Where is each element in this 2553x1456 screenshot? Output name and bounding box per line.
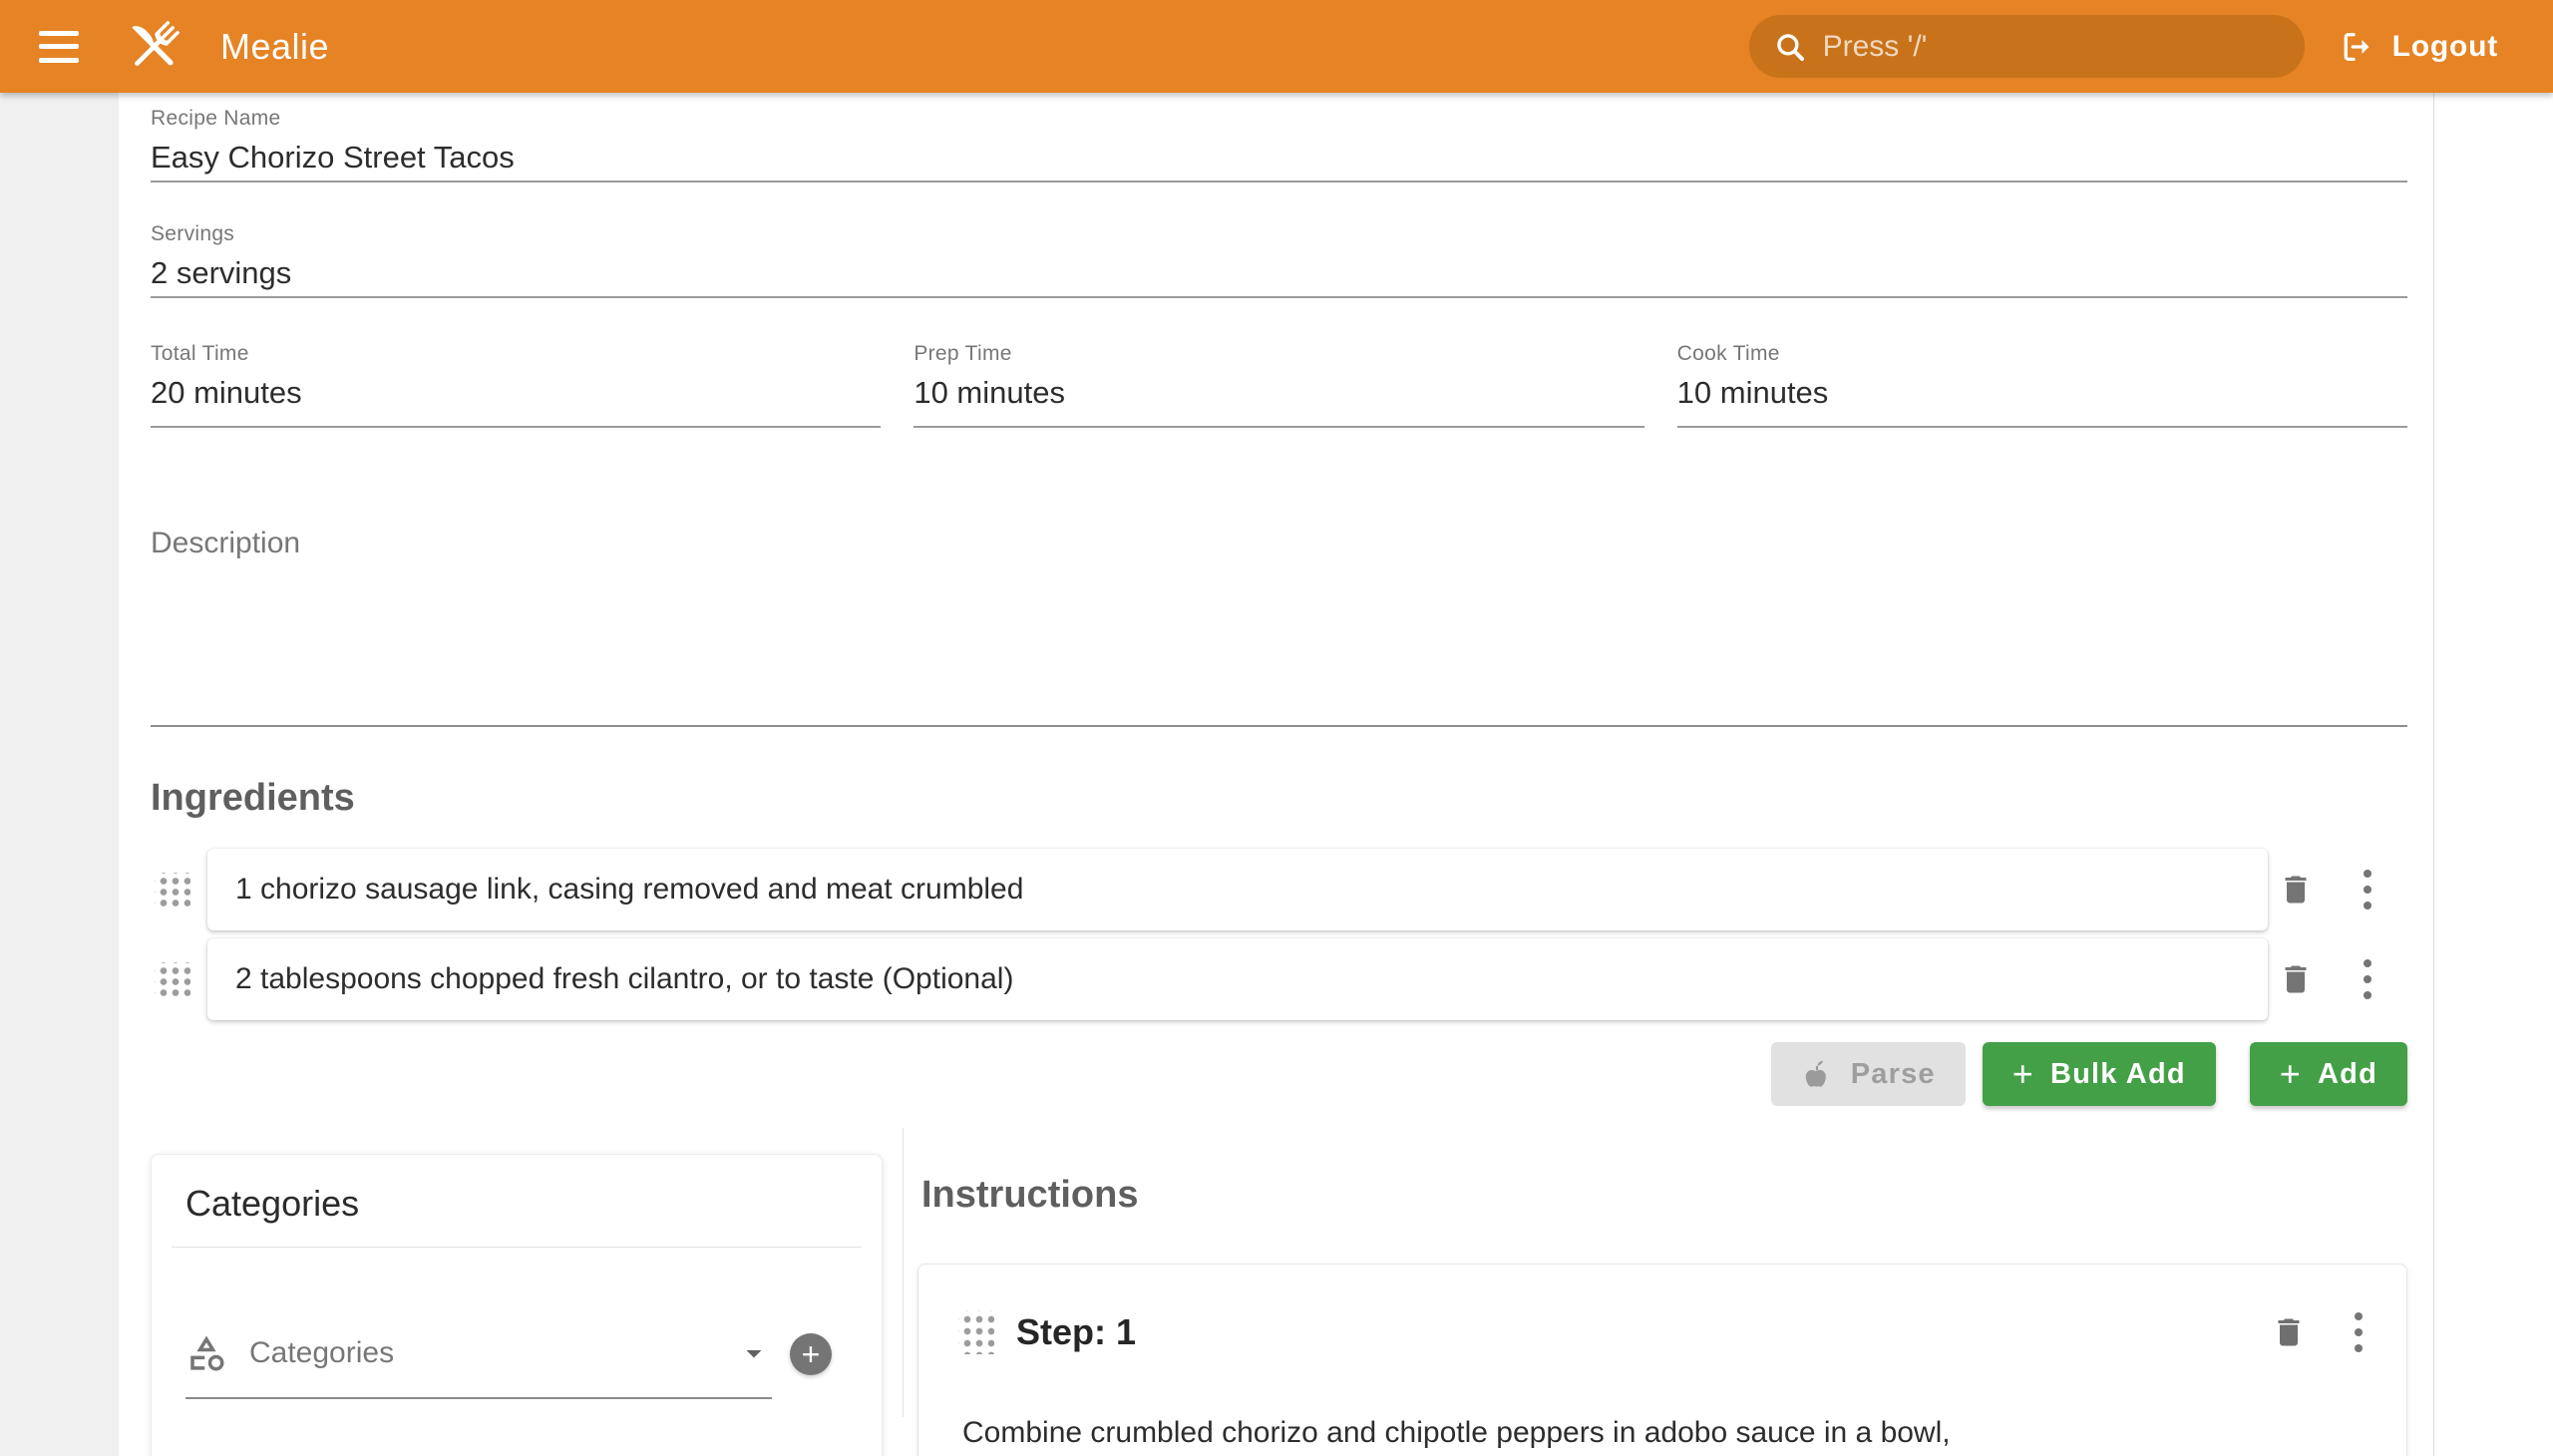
divider bbox=[172, 1247, 862, 1248]
recipe-name-input[interactable]: Easy Chorizo Street Tacos bbox=[151, 137, 2407, 182]
page-left-gutter bbox=[0, 93, 119, 1456]
cook-time-field: Cook Time 10 minutes bbox=[1677, 342, 2407, 428]
prep-time-input[interactable]: 10 minutes bbox=[913, 372, 1643, 428]
delete-ingredient-button[interactable] bbox=[2278, 872, 2314, 908]
logout-icon bbox=[2339, 28, 2376, 66]
logout-label: Logout bbox=[2392, 30, 2498, 64]
categories-card: Categories Categories bbox=[151, 1154, 883, 1456]
delete-ingredient-button[interactable] bbox=[2278, 961, 2314, 997]
trash-icon bbox=[2271, 1313, 2307, 1351]
mealie-logo-icon bbox=[121, 14, 186, 80]
drag-handle-icon[interactable] bbox=[155, 962, 190, 996]
plus-icon: + bbox=[2280, 1056, 2302, 1092]
cook-time-input[interactable]: 10 minutes bbox=[1677, 372, 2407, 428]
search-input[interactable] bbox=[1823, 30, 2281, 64]
ingredient-row: 2 tablespoons chopped fresh cilantro, or… bbox=[151, 938, 2407, 1020]
kebab-menu-icon[interactable] bbox=[2356, 959, 2379, 999]
description-field: Description bbox=[151, 524, 2407, 727]
add-ingredient-button[interactable]: + Add bbox=[2250, 1042, 2407, 1106]
step-text-input[interactable]: Combine crumbled chorizo and chipotle pe… bbox=[962, 1412, 2367, 1454]
description-textarea[interactable] bbox=[151, 563, 2407, 727]
hamburger-menu-icon[interactable] bbox=[37, 29, 81, 65]
prep-time-label: Prep Time bbox=[913, 342, 1643, 366]
trash-icon bbox=[2278, 872, 2314, 908]
description-label: Description bbox=[151, 524, 2407, 563]
servings-input[interactable]: 2 servings bbox=[151, 252, 2407, 298]
instruction-step-card: Step: 1 Combine crumbled chorizo and chi… bbox=[917, 1264, 2407, 1456]
total-time-field: Total Time 20 minutes bbox=[151, 342, 881, 428]
bulk-add-button[interactable]: + Bulk Add bbox=[1983, 1042, 2216, 1106]
trash-icon bbox=[2278, 961, 2314, 997]
servings-field: Servings 2 servings bbox=[151, 222, 2407, 298]
categories-select[interactable]: Categories bbox=[185, 1309, 772, 1399]
instructions-heading: Instructions bbox=[921, 1170, 2407, 1220]
recipe-name-label: Recipe Name bbox=[151, 107, 2407, 131]
parse-label: Parse bbox=[1851, 1058, 1936, 1091]
ingredients-heading: Ingredients bbox=[151, 773, 2407, 823]
page-right-gutter bbox=[2434, 93, 2553, 1456]
kebab-menu-icon[interactable] bbox=[2347, 1312, 2371, 1352]
delete-step-button[interactable] bbox=[2271, 1313, 2307, 1351]
servings-label: Servings bbox=[151, 222, 2407, 246]
recipe-editor-panel: Recipe Name Easy Chorizo Street Tacos Se… bbox=[119, 93, 2434, 1456]
ingredient-input[interactable]: 2 tablespoons chopped fresh cilantro, or… bbox=[207, 938, 2268, 1020]
drag-handle-icon[interactable] bbox=[155, 873, 190, 907]
cook-time-label: Cook Time bbox=[1677, 342, 2407, 366]
logout-button[interactable]: Logout bbox=[2339, 28, 2498, 66]
drag-handle-icon[interactable] bbox=[958, 1310, 994, 1354]
parse-button[interactable]: Parse bbox=[1771, 1042, 1966, 1106]
ingredient-input[interactable]: 1 chorizo sausage link, casing removed a… bbox=[207, 849, 2268, 930]
categories-select-label: Categories bbox=[249, 1336, 714, 1370]
plus-icon: + bbox=[802, 1338, 821, 1370]
bulk-add-label: Bulk Add bbox=[2050, 1058, 2186, 1091]
step-title: Step: 1 bbox=[1016, 1311, 2271, 1353]
plus-icon: + bbox=[2012, 1056, 2034, 1092]
recipe-name-field: Recipe Name Easy Chorizo Street Tacos bbox=[151, 93, 2407, 182]
chevron-down-icon bbox=[736, 1335, 772, 1371]
search-bar[interactable] bbox=[1749, 15, 2305, 78]
apple-icon bbox=[1801, 1058, 1833, 1090]
app-title: Mealie bbox=[220, 26, 329, 68]
shapes-icon bbox=[185, 1332, 227, 1374]
kebab-menu-icon[interactable] bbox=[2356, 870, 2379, 910]
add-category-button[interactable]: + bbox=[790, 1333, 832, 1375]
total-time-label: Total Time bbox=[151, 342, 881, 366]
app-bar: Mealie Logout bbox=[0, 0, 2553, 93]
search-icon bbox=[1773, 30, 1807, 64]
total-time-input[interactable]: 20 minutes bbox=[151, 372, 881, 428]
instructions-column: Instructions Step: 1 Combine crumbled ch… bbox=[904, 1128, 2433, 1417]
ingredient-row: 1 chorizo sausage link, casing removed a… bbox=[151, 849, 2407, 930]
categories-card-title: Categories bbox=[152, 1155, 882, 1247]
prep-time-field: Prep Time 10 minutes bbox=[913, 342, 1643, 428]
categories-column: Categories Categories bbox=[119, 1128, 904, 1417]
add-label: Add bbox=[2318, 1058, 2377, 1091]
